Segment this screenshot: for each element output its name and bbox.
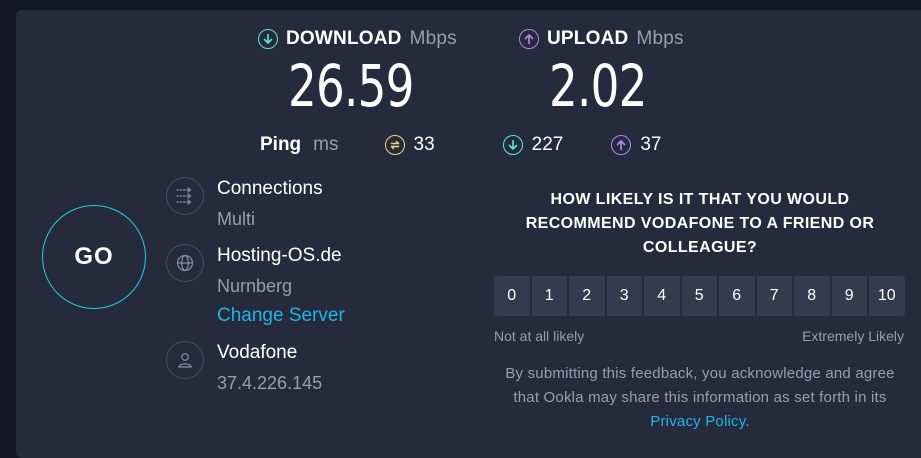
upload-unit: Mbps	[636, 28, 684, 49]
ping-idle: 33	[384, 134, 435, 156]
server-title: Hosting-OS.de	[217, 245, 342, 266]
survey-question: HOW LIKELY IS IT THAT YOU WOULD RECOMMEN…	[525, 191, 875, 256]
connections-title: Connections	[217, 178, 323, 199]
rating-option-5[interactable]: 5	[681, 276, 717, 316]
arrow-up-circle-icon	[519, 29, 539, 49]
connections-value: Multi	[217, 209, 256, 229]
ping-upload-value: 37	[640, 134, 662, 155]
upload-value: 2.02	[549, 52, 647, 120]
scale-low-label: Not at all likely	[494, 328, 585, 344]
upload-label: UPLOAD	[547, 28, 629, 49]
download-unit: Mbps	[409, 28, 457, 49]
ping-download: 227	[502, 134, 564, 156]
rating-option-7[interactable]: 7	[756, 276, 792, 316]
provider-title: Vodafone	[217, 342, 298, 363]
user-icon	[166, 341, 204, 379]
scale-high-label: Extremely Likely	[802, 328, 904, 344]
rating-option-2[interactable]: 2	[569, 276, 605, 316]
rating-scale: 0 1 2 3 4 5 6 7 8 9 10	[494, 276, 905, 316]
connections-icon	[166, 177, 204, 215]
upload-metric: UPLOAD Mbps 2.02	[519, 28, 684, 116]
results-panel: DOWNLOAD Mbps 26.59 UPLOAD Mbps 2.02 Pin…	[16, 10, 921, 458]
arrow-up-circle-icon	[611, 135, 632, 155]
ping-upload: 37	[611, 134, 661, 156]
download-label: DOWNLOAD	[286, 28, 402, 49]
ping-idle-icon	[384, 135, 405, 155]
ping-unit: ms	[313, 134, 339, 155]
privacy-policy-link[interactable]: Privacy Policy	[650, 413, 745, 430]
rating-option-8[interactable]: 8	[794, 276, 830, 316]
disclaimer-period: .	[745, 413, 750, 430]
rating-option-9[interactable]: 9	[831, 276, 867, 316]
change-server-link[interactable]: Change Server	[217, 304, 345, 328]
rating-option-10[interactable]: 10	[869, 276, 905, 316]
server-location: Nurnberg	[217, 276, 293, 296]
rating-option-4[interactable]: 4	[644, 276, 680, 316]
ping-download-value: 227	[531, 134, 564, 155]
rating-option-6[interactable]: 6	[719, 276, 755, 316]
rating-option-0[interactable]: 0	[494, 276, 530, 316]
scale-labels: Not at all likely Extremely Likely	[494, 328, 904, 344]
globe-icon	[166, 244, 204, 282]
go-button[interactable]: GO	[42, 205, 146, 309]
survey-disclaimer: By submitting this feedback, you acknowl…	[494, 362, 906, 434]
arrow-down-circle-icon	[258, 29, 278, 49]
download-metric: DOWNLOAD Mbps 26.59	[258, 28, 457, 116]
rating-option-1[interactable]: 1	[531, 276, 567, 316]
ping-label: Ping	[260, 134, 302, 155]
ping-idle-value: 33	[413, 134, 435, 155]
disclaimer-text: By submitting this feedback, you acknowl…	[505, 365, 895, 406]
rating-option-3[interactable]: 3	[606, 276, 642, 316]
provider-ip: 37.4.226.145	[217, 373, 323, 393]
arrow-down-circle-icon	[502, 135, 523, 155]
download-value: 26.59	[288, 52, 414, 120]
ping-row: Ping ms 33 227 37	[260, 134, 661, 156]
